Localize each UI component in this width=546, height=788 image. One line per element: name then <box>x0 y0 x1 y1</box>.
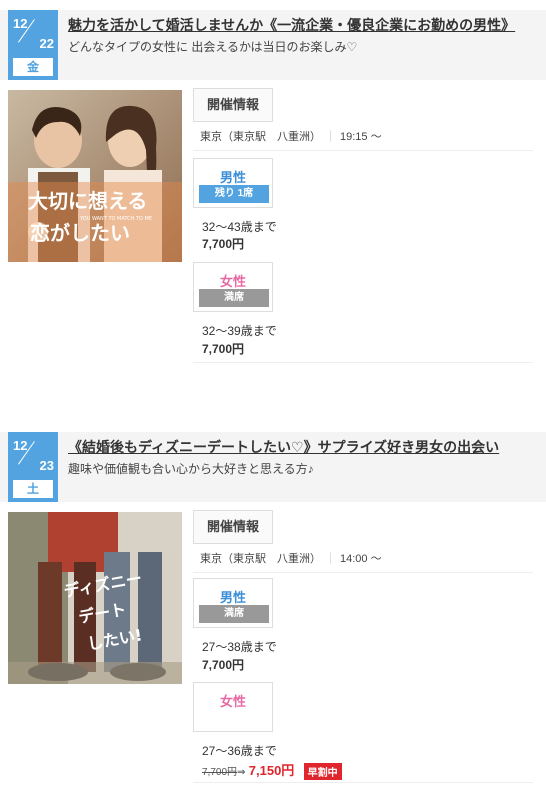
female-old-price: 7,700円 <box>202 767 238 778</box>
date-badge: 12 22 金 <box>8 10 58 80</box>
location-text: 東京（東京駅 八重洲） <box>200 553 321 565</box>
event-header: 12 22 金 魅力を活かして婚活しませんか《一流企業・優良企業にお勤めの男性》… <box>0 10 546 80</box>
divider <box>193 362 533 363</box>
male-seats-badge: 残り 1席 <box>199 185 269 203</box>
event-location: 東京（東京駅 八重洲） ｜ 14:00 ～ <box>200 550 382 566</box>
male-age-range: 32～43歳まで <box>202 220 277 234</box>
divider <box>193 150 533 151</box>
female-age-range: 32～39歳まで <box>202 324 277 338</box>
event-photo[interactable]: 大切に想える YOU WANT TO MATCH TO ME 恋がしたい <box>8 90 182 262</box>
date-weekday: 金 <box>13 58 53 76</box>
event-subtitle: 趣味や価値観も合い心から大好きと思える方♪ <box>68 462 314 476</box>
early-discount-badge: 早割中 <box>303 763 342 781</box>
male-status-box[interactable]: 男性 残り 1席 <box>193 158 273 208</box>
male-price: 7,700円 <box>202 237 245 251</box>
location-text: 東京（東京駅 八重洲） <box>200 131 321 143</box>
female-age-range: 27～36歳まで <box>202 744 277 758</box>
event-photo[interactable]: ディズニー デート したい! <box>8 512 182 684</box>
event-time: 14:00 ～ <box>340 553 382 565</box>
female-label: 女性 <box>219 274 246 289</box>
event-subtitle: どんなタイプの女性に 出会えるかは当日のお楽しみ♡ <box>68 40 358 54</box>
event-info-button[interactable]: 開催情報 <box>193 88 273 122</box>
event-photo-image: ディズニー デート したい! <box>8 512 182 684</box>
male-age-range: 27～38歳まで <box>202 640 277 654</box>
date-badge: 12 23 土 <box>8 432 58 502</box>
price-arrow: ⇒ <box>237 767 246 778</box>
male-price: 7,700円 <box>202 658 245 672</box>
female-discount-price: 7,150円 <box>248 763 295 778</box>
date-month: 12 <box>13 16 28 31</box>
divider <box>193 572 533 573</box>
female-label: 女性 <box>219 694 246 709</box>
event-location: 東京（東京駅 八重洲） ｜ 19:15 ～ <box>200 128 382 144</box>
female-status-box[interactable]: 女性 満席 <box>193 262 273 312</box>
divider <box>193 782 533 783</box>
date-weekday: 土 <box>13 480 53 498</box>
event-header: 12 23 土 《結婚後もディズニーデートしたい♡》サプライズ好き男女の出会い … <box>0 432 546 502</box>
event-time: 19:15 ～ <box>340 131 382 143</box>
male-label: 男性 <box>219 170 246 185</box>
event-info-button[interactable]: 開催情報 <box>193 510 273 544</box>
female-full-badge: 満席 <box>199 289 269 307</box>
male-label: 男性 <box>219 590 246 605</box>
date-day: 23 <box>39 458 54 473</box>
event-title-link[interactable]: 魅力を活かして婚活しませんか《一流企業・優良企業にお勤めの男性》 <box>68 15 515 35</box>
date-month: 12 <box>13 438 28 453</box>
male-status-box[interactable]: 男性 満席 <box>193 578 273 628</box>
male-full-badge: 満席 <box>199 605 269 623</box>
photo-caption-line1: 大切に想える <box>28 189 147 213</box>
event-photo-image: 大切に想える YOU WANT TO MATCH TO ME 恋がしたい <box>8 90 182 262</box>
female-status-box[interactable]: 女性 <box>193 682 273 732</box>
location-separator: ｜ <box>325 131 336 143</box>
female-price-row: 7,700円⇒ 7,150円 早割中 <box>202 760 342 781</box>
photo-caption-line2: 恋がしたい <box>30 221 130 245</box>
event-title-link[interactable]: 《結婚後もディズニーデートしたい♡》サプライズ好き男女の出会い <box>68 437 499 457</box>
female-price: 7,700円 <box>202 342 245 356</box>
location-separator: ｜ <box>325 553 336 565</box>
date-day: 22 <box>39 36 54 51</box>
